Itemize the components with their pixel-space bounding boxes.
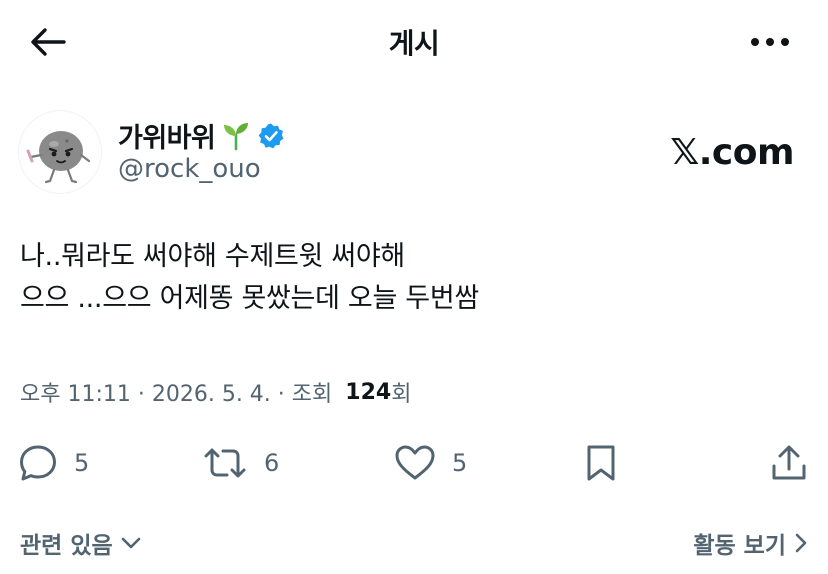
timestamp[interactable]: 오후 11:11 · 2026. 5. 4. · 조회 xyxy=(20,376,339,408)
display-name[interactable]: 가위바위 xyxy=(118,116,216,155)
name-row: 가위바위 xyxy=(118,116,285,155)
heart-icon xyxy=(395,445,435,480)
share-icon xyxy=(772,445,806,480)
top-bar: 게시 xyxy=(0,0,828,84)
tweet-line: 나..뭐라도 써야해 수제트윗 써야해 xyxy=(20,241,405,272)
related-label: 관련 있음 xyxy=(20,533,113,559)
views-count: 124 xyxy=(345,379,392,405)
share-button[interactable] xyxy=(770,438,808,488)
avatar[interactable] xyxy=(18,110,102,194)
x-com-watermark: 𝕏.com xyxy=(670,132,794,173)
activity-label: 활동 보기 xyxy=(693,533,786,559)
more-dots-icon xyxy=(751,38,789,46)
tweet-text: 나..뭐라도 써야해 수제트윗 써야해 으으 ...으으 어제똥 못쌌는데 오늘… xyxy=(20,236,810,320)
footer-row: 관련 있음 활동 보기 xyxy=(0,518,828,566)
repost-icon xyxy=(204,448,246,478)
tweet-meta: 오후 11:11 · 2026. 5. 4. · 조회 124 회 xyxy=(20,376,411,408)
author-row: 가위바위 @rock_ouo 𝕏.com xyxy=(18,110,810,196)
like-button[interactable]: 5 xyxy=(394,438,467,488)
reply-button[interactable]: 5 xyxy=(18,438,89,488)
bookmark-button[interactable] xyxy=(584,438,618,488)
tweet-line: 으으 ...으으 어제똥 못쌌는데 오늘 두번쌈 xyxy=(20,283,479,314)
like-count: 5 xyxy=(452,449,468,477)
view-activity-link[interactable]: 활동 보기 xyxy=(693,526,808,560)
related-dropdown[interactable]: 관련 있음 xyxy=(20,526,141,560)
repost-count: 6 xyxy=(264,449,280,477)
chevron-right-icon xyxy=(795,533,807,553)
more-button[interactable] xyxy=(742,24,798,60)
rock-character-icon xyxy=(26,131,91,184)
page-title: 게시 xyxy=(388,27,440,60)
views-suffix: 회 xyxy=(391,382,412,407)
bookmark-icon xyxy=(587,445,615,481)
reply-icon xyxy=(20,445,56,481)
user-handle[interactable]: @rock_ouo xyxy=(118,154,261,184)
repost-button[interactable]: 6 xyxy=(202,438,279,488)
chevron-down-icon xyxy=(121,537,140,549)
verified-badge-icon[interactable] xyxy=(257,122,285,150)
reply-count: 5 xyxy=(74,449,90,477)
action-bar: 5 6 5 xyxy=(0,438,828,488)
sprout-icon xyxy=(224,122,249,150)
